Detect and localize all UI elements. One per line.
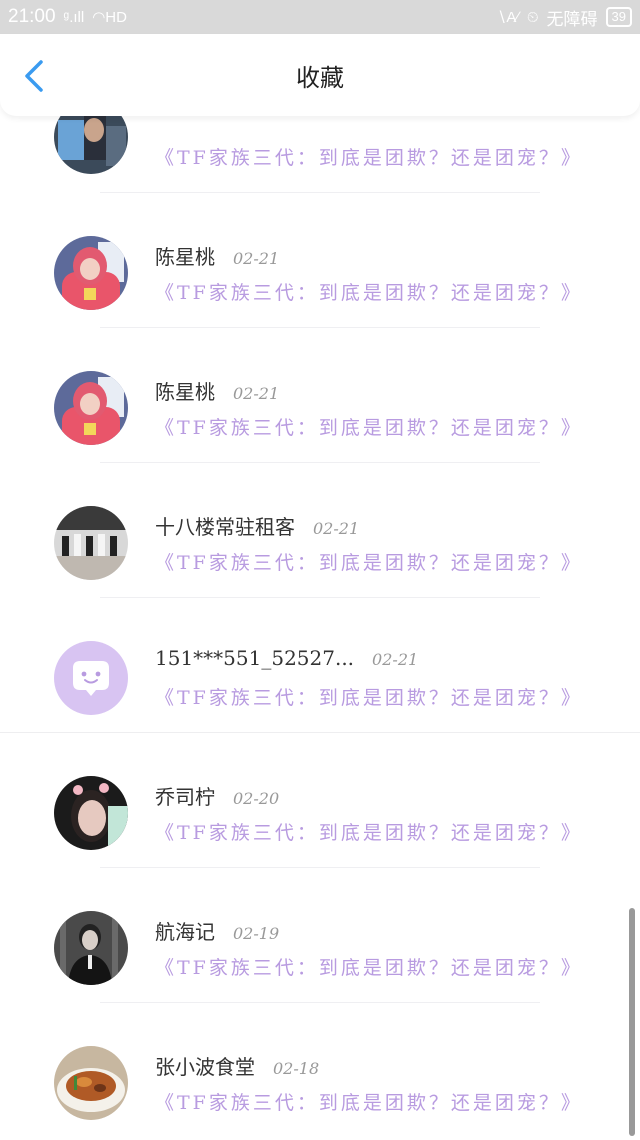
favorite-item[interactable]: 张小波食堂 02-18 《TF家族三代：到底是团欺？还是团宠？》: [0, 1005, 640, 1140]
post-date: 02-21: [233, 384, 280, 403]
favorites-list: 《TF家族三代：到底是团欺？还是团宠？》 陈星桃 02-21 《TF家族三代：到…: [0, 0, 640, 1138]
post-title: 《TF家族三代：到底是团欺？还是团宠？》: [155, 417, 583, 439]
author-row: 陈星桃 02-21: [155, 241, 279, 270]
avatar: [54, 1046, 128, 1120]
author-name: 航海记: [155, 920, 215, 944]
avatar: [54, 506, 128, 580]
divider: [0, 732, 640, 733]
post-date: 02-18: [273, 1059, 320, 1078]
author-name: 张小波食堂: [155, 1055, 255, 1079]
avatar: [54, 236, 128, 310]
post-title: 《TF家族三代：到底是团欺？还是团宠？》: [155, 282, 583, 304]
author-row: 151***551_52527... 02-21: [155, 646, 418, 670]
avatar: [54, 371, 128, 445]
post-title: 《TF家族三代：到底是团欺？还是团宠？》: [155, 687, 583, 709]
divider: [100, 867, 540, 868]
favorite-item[interactable]: 航海记 02-19 《TF家族三代：到底是团欺？还是团宠？》: [0, 870, 640, 1005]
favorite-item[interactable]: 乔司柠 02-20 《TF家族三代：到底是团欺？还是团宠？》: [0, 735, 640, 870]
author-row: 航海记 02-19: [155, 916, 279, 945]
post-date: 02-21: [313, 519, 360, 538]
avatar: [54, 776, 128, 850]
favorite-item[interactable]: 陈星桃 02-21 《TF家族三代：到底是团欺？还是团宠？》: [0, 195, 640, 330]
post-date: 02-21: [233, 249, 280, 268]
author-name: 乔司柠: [155, 785, 215, 809]
post-title: 《TF家族三代：到底是团欺？还是团宠？》: [155, 822, 583, 844]
favorite-item[interactable]: 151***551_52527... 02-21 《TF家族三代：到底是团欺？还…: [0, 600, 640, 735]
author-name: 陈星桃: [155, 380, 215, 404]
divider: [100, 192, 540, 193]
favorite-item[interactable]: 陈星桃 02-21 《TF家族三代：到底是团欺？还是团宠？》: [0, 330, 640, 465]
favorite-item[interactable]: 十八楼常驻租客 02-21 《TF家族三代：到底是团欺？还是团宠？》: [0, 465, 640, 600]
post-date: 02-19: [233, 924, 280, 943]
author-name: 陈星桃: [155, 245, 215, 269]
divider: [100, 1002, 540, 1003]
divider: [100, 597, 540, 598]
divider: [100, 327, 540, 328]
post-date: 02-20: [233, 789, 280, 808]
page-title: 收藏: [296, 64, 344, 92]
post-title: 《TF家族三代：到底是团欺？还是团宠？》: [155, 552, 583, 574]
author-name: 十八楼常驻租客: [155, 515, 295, 539]
author-row: 陈星桃 02-21: [155, 376, 279, 405]
author-name: 151***551_52527...: [155, 646, 355, 670]
post-date: 02-21: [372, 650, 419, 669]
author-row: 张小波食堂 02-18: [155, 1051, 319, 1080]
avatar: [54, 911, 128, 985]
header-bar: 收藏: [0, 34, 640, 116]
author-row: 乔司柠 02-20: [155, 781, 279, 810]
divider: [100, 462, 540, 463]
post-title: 《TF家族三代：到底是团欺？还是团宠？》: [155, 957, 583, 979]
default-avatar: [54, 641, 128, 715]
scrollbar[interactable]: [629, 908, 635, 1136]
post-title: 《TF家族三代：到底是团欺？还是团宠？》: [155, 1092, 583, 1114]
post-title: 《TF家族三代：到底是团欺？还是团宠？》: [155, 147, 583, 169]
author-row: 十八楼常驻租客 02-21: [155, 511, 359, 540]
